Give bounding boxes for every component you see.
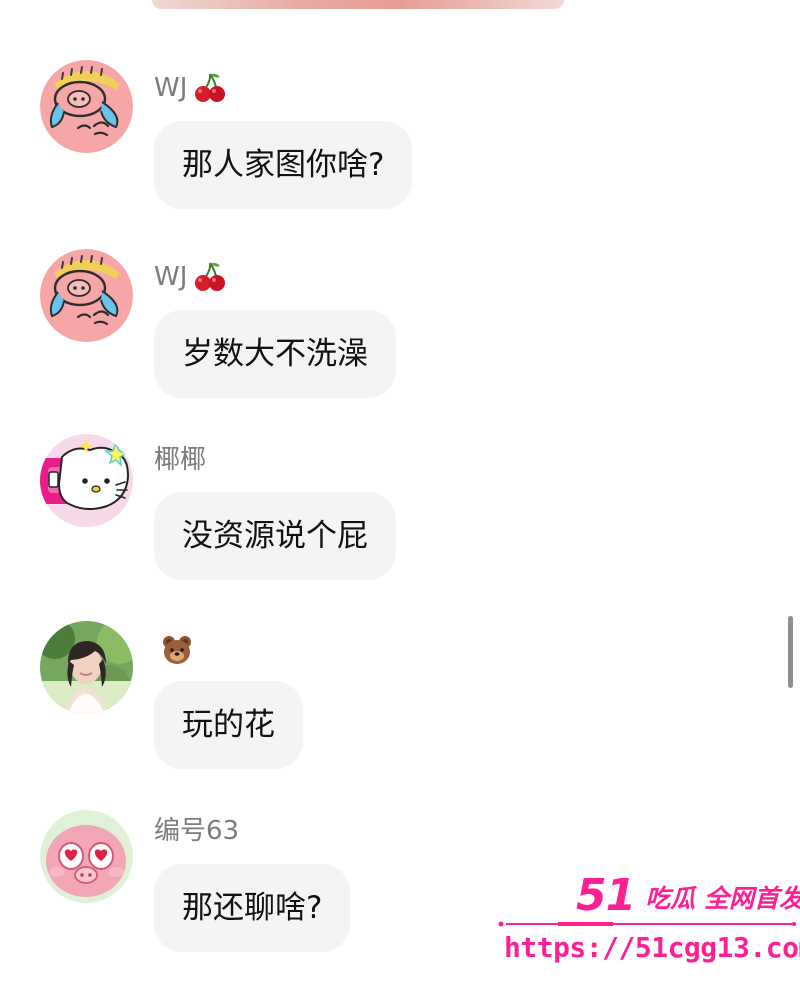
message-text: 没资源说个屁 (182, 518, 368, 554)
vertical-scrollbar[interactable] (788, 616, 793, 688)
message-bubble[interactable]: 那还聊啥? (154, 864, 351, 952)
sender-row: 编号63 (154, 811, 239, 851)
message-bubble[interactable]: 玩的花 (154, 681, 303, 769)
sender-name: WJ (154, 73, 188, 103)
cherry-icon (193, 71, 227, 105)
watermark-divider (498, 921, 798, 927)
message-bubble[interactable]: 那人家图你啥? (154, 121, 413, 209)
watermark-brand: 51 吃瓜 全网首发 (576, 872, 800, 920)
sender-row (154, 630, 194, 670)
pig-avatar[interactable] (40, 60, 133, 153)
pig-avatar[interactable] (40, 249, 133, 342)
sender-name: 椰椰 (154, 445, 207, 475)
watermark: 51 吃瓜 全网首发 https://51cgg13.com (498, 872, 800, 974)
watermark-number: 51 (576, 870, 636, 921)
message-text: 那人家图你啥? (182, 147, 385, 183)
watermark-url: https://51cgg13.com (504, 931, 800, 964)
message-bubble[interactable]: 岁数大不洗澡 (154, 310, 396, 398)
message-text: 那还聊啥? (182, 890, 323, 926)
sender-row: WJ (154, 68, 227, 108)
pink-face-avatar[interactable] (40, 810, 133, 903)
sender-row: WJ (154, 257, 227, 297)
watermark-brand-text: 吃瓜 全网首发 (645, 884, 800, 913)
message-bubble[interactable]: 没资源说个屁 (154, 492, 396, 580)
message-text: 玩的花 (182, 707, 275, 743)
sender-name: 编号63 (154, 816, 240, 846)
sender-name: WJ (154, 262, 188, 292)
previous-image-edge (152, 0, 564, 9)
bear-icon (160, 633, 194, 667)
hello-kitty-avatar[interactable] (40, 434, 133, 527)
cherry-icon (193, 260, 227, 294)
sender-row: 椰椰 (154, 440, 206, 480)
message-text: 岁数大不洗澡 (182, 336, 368, 372)
photo-avatar[interactable] (40, 621, 133, 714)
